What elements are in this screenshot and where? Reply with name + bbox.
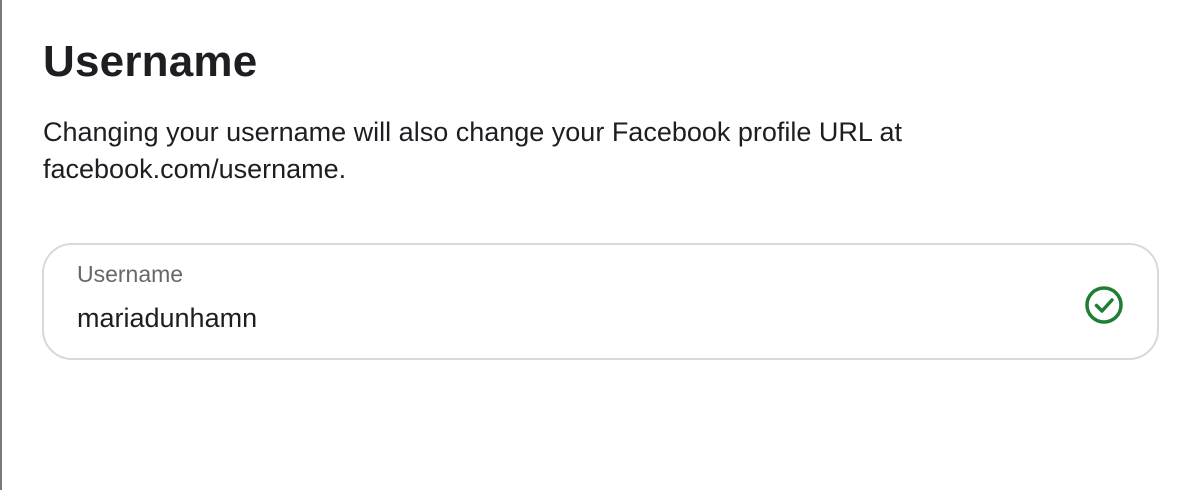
username-field-label: Username — [77, 261, 184, 287]
username-input[interactable] — [77, 303, 1037, 334]
check-circle-icon — [1084, 285, 1124, 325]
window-left-border — [0, 0, 2, 490]
page-title: Username — [43, 37, 258, 86]
username-description: Changing your username will also change … — [43, 117, 902, 184]
username-field[interactable]: Username — [42, 243, 1159, 360]
